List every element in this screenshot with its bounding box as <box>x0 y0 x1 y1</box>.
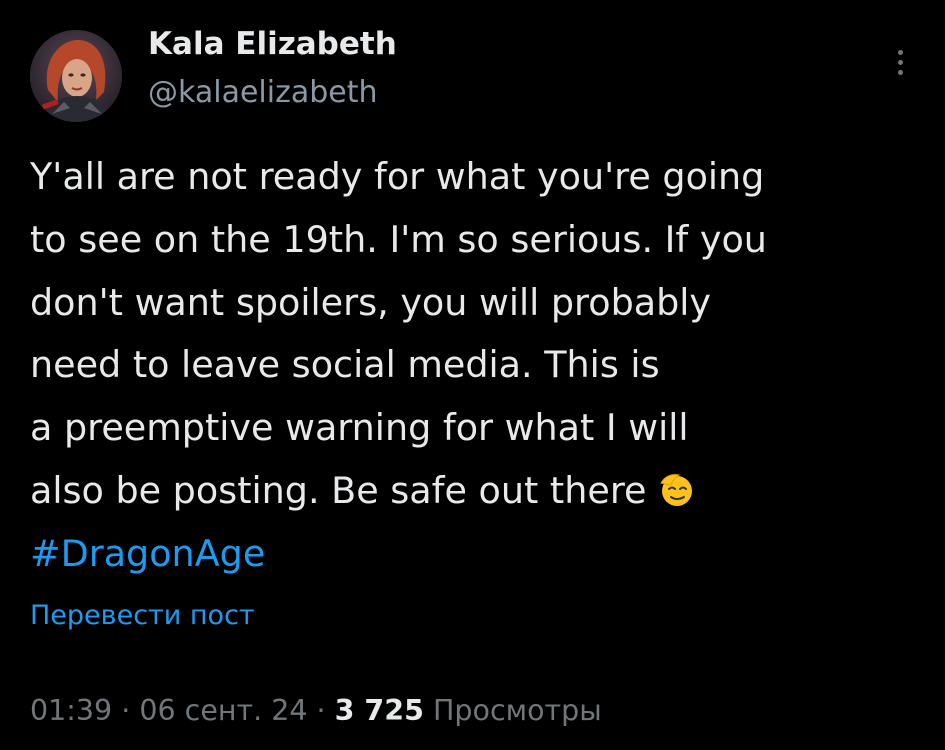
more-vertical-icon <box>897 69 903 75</box>
hashtag-line: #DragonAge <box>30 523 910 586</box>
more-vertical-icon <box>897 59 903 65</box>
tweet-meta: 01:39 · 06 сент. 24 · 3 725 Просмотры <box>30 690 602 732</box>
tweet-text: Y'all are not ready for what you're goin… <box>30 146 910 586</box>
meta-separator: · <box>121 694 131 727</box>
post-time[interactable]: 01:39 <box>30 694 112 727</box>
user-handle[interactable]: @kalaelizabeth <box>148 72 377 114</box>
tweet-line: Y'all are not ready for what you're goin… <box>30 155 765 198</box>
avatar[interactable] <box>30 30 122 122</box>
tweet-line: don't want spoilers, you will probably <box>30 280 712 324</box>
hashtag-link[interactable]: #DragonAge <box>30 532 265 575</box>
views-count: 3 725 <box>334 694 424 727</box>
tweet-line: need to leave social media. This is <box>30 343 660 387</box>
tweet-line: to see on the 19th. I'm so serious. If y… <box>30 217 767 261</box>
more-vertical-icon <box>897 49 903 55</box>
avatar-icon <box>30 30 122 122</box>
post-date[interactable]: 06 сент. 24 <box>139 694 307 727</box>
translate-post-link[interactable]: Перевести пост <box>30 596 255 636</box>
more-options-button[interactable] <box>878 40 922 84</box>
tweet-line: also be posting. Be safe out there <box>30 468 647 512</box>
views-label: Просмотры <box>432 694 602 727</box>
display-name[interactable]: Kala Elizabeth <box>148 22 397 66</box>
meta-separator: · <box>316 694 326 727</box>
salute-emoji <box>659 474 692 506</box>
tweet-line-last: also be posting. Be safe out there <box>30 460 910 523</box>
tweet-line: a preemptive warning for what I will <box>30 406 689 450</box>
